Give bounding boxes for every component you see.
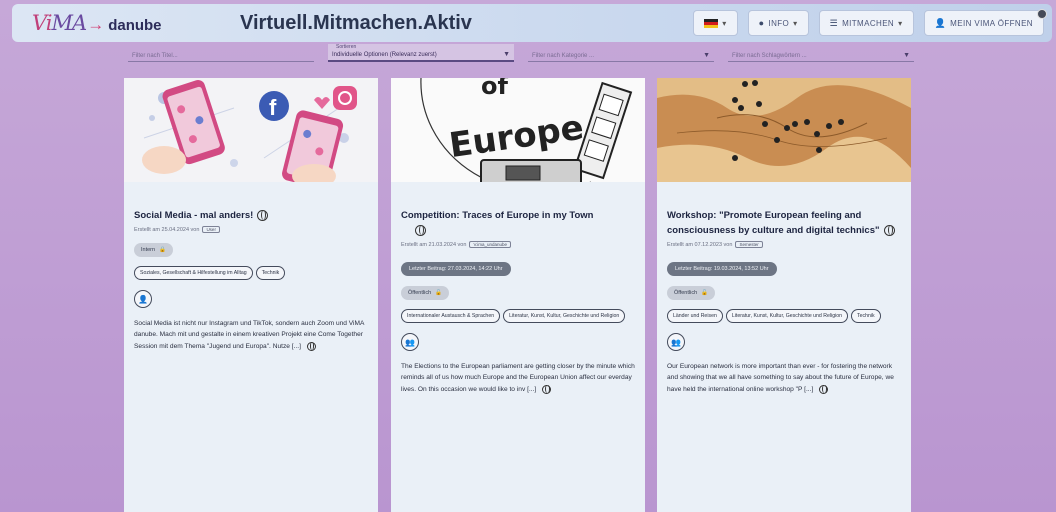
filter-title-input[interactable]: Filter nach Titel... (128, 44, 314, 62)
info-icon: ● (758, 18, 765, 28)
globe-icon (819, 384, 829, 394)
filter-bar: Filter nach Titel... Sortieren Individue… (128, 44, 914, 62)
card-title-wrap: Workshop: "Promote European feeling and … (667, 208, 901, 238)
globe-icon (542, 384, 552, 394)
globe-icon (883, 224, 895, 236)
arrow-icon: → (87, 15, 105, 34)
card-title[interactable]: Social Media - mal anders! (134, 210, 253, 221)
mitmachen-menu-button[interactable]: ☰ MITMACHEN ▾ (818, 10, 914, 36)
top-navbar: ViMA → danube Virtuell.Mitmachen.Aktiv ▾… (12, 4, 1052, 42)
chevron-down-icon: ▾ (793, 18, 798, 28)
description-text: The Elections to the European parliament… (401, 363, 635, 393)
project-card[interactable]: f Social Media - mal anders! Erstellt am… (124, 78, 378, 512)
globe-icon (415, 224, 426, 236)
site-title: Virtuell.Mitmachen.Aktiv (240, 11, 472, 34)
card-image-europe-map (657, 78, 911, 182)
status-text: Intern (141, 247, 156, 253)
card-image-europe: of Europe (391, 78, 645, 182)
language-selector[interactable]: ▾ (693, 10, 738, 36)
author-chip[interactable]: V.ima_undanube (469, 241, 512, 248)
info-menu-button[interactable]: ● INFO ▾ (747, 10, 809, 36)
tag-chip[interactable]: Literatur, Kunst, Kultur, Geschichte und… (503, 309, 626, 323)
german-flag-icon (704, 18, 719, 28)
mitmachen-label: MITMACHEN (842, 18, 895, 28)
filter-keyword-select[interactable]: Filter nach Schlagwörtern ... ▼ (728, 44, 914, 62)
caret-down-icon: ▼ (903, 52, 910, 59)
notification-badge (1037, 9, 1047, 19)
caret-down-icon: ▼ (703, 52, 710, 59)
card-description: Our European network is more important t… (667, 361, 901, 395)
card-description: The Elections to the European parliament… (401, 361, 635, 395)
card-meta: Erstellt am 25.04.2024 von User (134, 226, 368, 233)
caret-down-icon: ▼ (503, 51, 510, 58)
info-label: INFO (768, 18, 790, 28)
tag-chip[interactable]: Länder und Reisen (667, 309, 723, 323)
filter-category-select[interactable]: Filter nach Kategorie ... ▼ (528, 44, 714, 62)
author-chip[interactable]: Semester (735, 241, 763, 248)
filter-category-placeholder: Filter nach Kategorie ... (532, 53, 595, 59)
nav-menu: ▾ ● INFO ▾ ☰ MITMACHEN ▾ 👤 MEIN VIMA ÖFF… (693, 9, 1047, 36)
card-meta: Erstellt am 21.03.2024 von V.ima_undanub… (401, 241, 635, 248)
card-title-wrap: Social Media - mal anders! (134, 208, 368, 223)
filter-keyword-placeholder: Filter nach Schlagwörtern ... (732, 53, 807, 59)
created-text: Erstellt am 21.03.2024 von (401, 241, 467, 248)
open-my-vima-label: MEIN VIMA ÖFFNEN (950, 18, 1033, 28)
sort-label: Sortieren (336, 44, 357, 50)
project-card[interactable]: Workshop: "Promote European feeling and … (657, 78, 911, 512)
card-description: Social Media ist nicht nur Instagram und… (134, 318, 368, 352)
created-text: Erstellt am 25.04.2024 von (134, 226, 200, 233)
unlock-icon: 🔓 (435, 290, 442, 296)
status-badge: Öffentlich 🔓 (667, 286, 715, 300)
deadline-badge: Letzter Beitrag: 19.03.2024, 13:52 Uhr (667, 262, 777, 276)
status-badge: Öffentlich 🔓 (401, 286, 449, 300)
sort-select[interactable]: Sortieren Individuelle Optionen (Relevan… (328, 44, 514, 62)
list-icon: ☰ (829, 17, 839, 28)
svg-text:of: of (481, 78, 508, 100)
tag-chip[interactable]: Technik (851, 309, 881, 323)
user-icon: 👤 (934, 17, 947, 28)
europe-text: Europe (447, 108, 586, 166)
tag-chip[interactable]: Internationaler Austausch & Sprachen (401, 309, 501, 323)
tag-list: Soziales, Gesellschaft & Hilfestellung i… (134, 266, 368, 280)
status-text: Öffentlich (674, 290, 698, 296)
status-badge: Intern 🔒 (134, 243, 173, 257)
person-add-icon[interactable]: 👤 (134, 290, 152, 308)
globe-icon (306, 341, 316, 351)
unlock-icon: 🔓 (701, 290, 708, 296)
globe-icon (257, 209, 269, 221)
project-card[interactable]: of Europe Competition: Traces of Europe … (391, 78, 645, 512)
tag-list: Länder und Reisen Literatur, Kunst, Kult… (667, 309, 901, 323)
sort-value: Individuelle Optionen (Relevanz zuerst) (332, 52, 437, 58)
group-icon[interactable]: 👥 (667, 333, 685, 351)
open-my-vima-button[interactable]: 👤 MEIN VIMA ÖFFNEN (923, 9, 1047, 36)
card-title[interactable]: Competition: Traces of Europe in my Town (401, 210, 593, 221)
tag-chip[interactable]: Technik (255, 266, 286, 280)
card-title-wrap: Competition: Traces of Europe in my Town (401, 208, 635, 238)
card-title[interactable]: Workshop: "Promote European feeling and … (667, 210, 880, 236)
deadline-badge: Letzter Beitrag: 27.03.2024, 14:22 Uhr (401, 262, 511, 276)
author-chip[interactable]: User (202, 226, 220, 233)
logo-vi-text: Vi (32, 11, 52, 35)
card-meta: Erstellt am 07.12.2023 von Semester (667, 241, 901, 248)
filter-title-placeholder: Filter nach Titel... (132, 53, 178, 59)
created-text: Erstellt am 07.12.2023 von (667, 241, 733, 248)
card-image-social-media: f (124, 78, 378, 182)
logo-danube-text: danube (108, 17, 162, 34)
logo-ma-text: MA (51, 11, 88, 35)
svg-text:f: f (269, 95, 277, 120)
group-icon[interactable]: 👥 (401, 333, 419, 351)
chevron-down-icon: ▾ (722, 18, 727, 28)
tag-chip[interactable]: Literatur, Kunst, Kultur, Geschichte und… (725, 309, 848, 323)
status-text: Öffentlich (408, 290, 432, 296)
chevron-down-icon: ▾ (898, 18, 903, 28)
lock-icon: 🔒 (159, 247, 166, 253)
vima-danube-logo[interactable]: ViMA → danube (32, 11, 172, 35)
tag-chip[interactable]: Soziales, Gesellschaft & Hilfestellung i… (134, 266, 253, 280)
description-text: Social Media ist nicht nur Instagram und… (134, 320, 365, 350)
description-text: Our European network is more important t… (667, 363, 894, 393)
tag-list: Internationaler Austausch & Sprachen Lit… (401, 309, 635, 323)
